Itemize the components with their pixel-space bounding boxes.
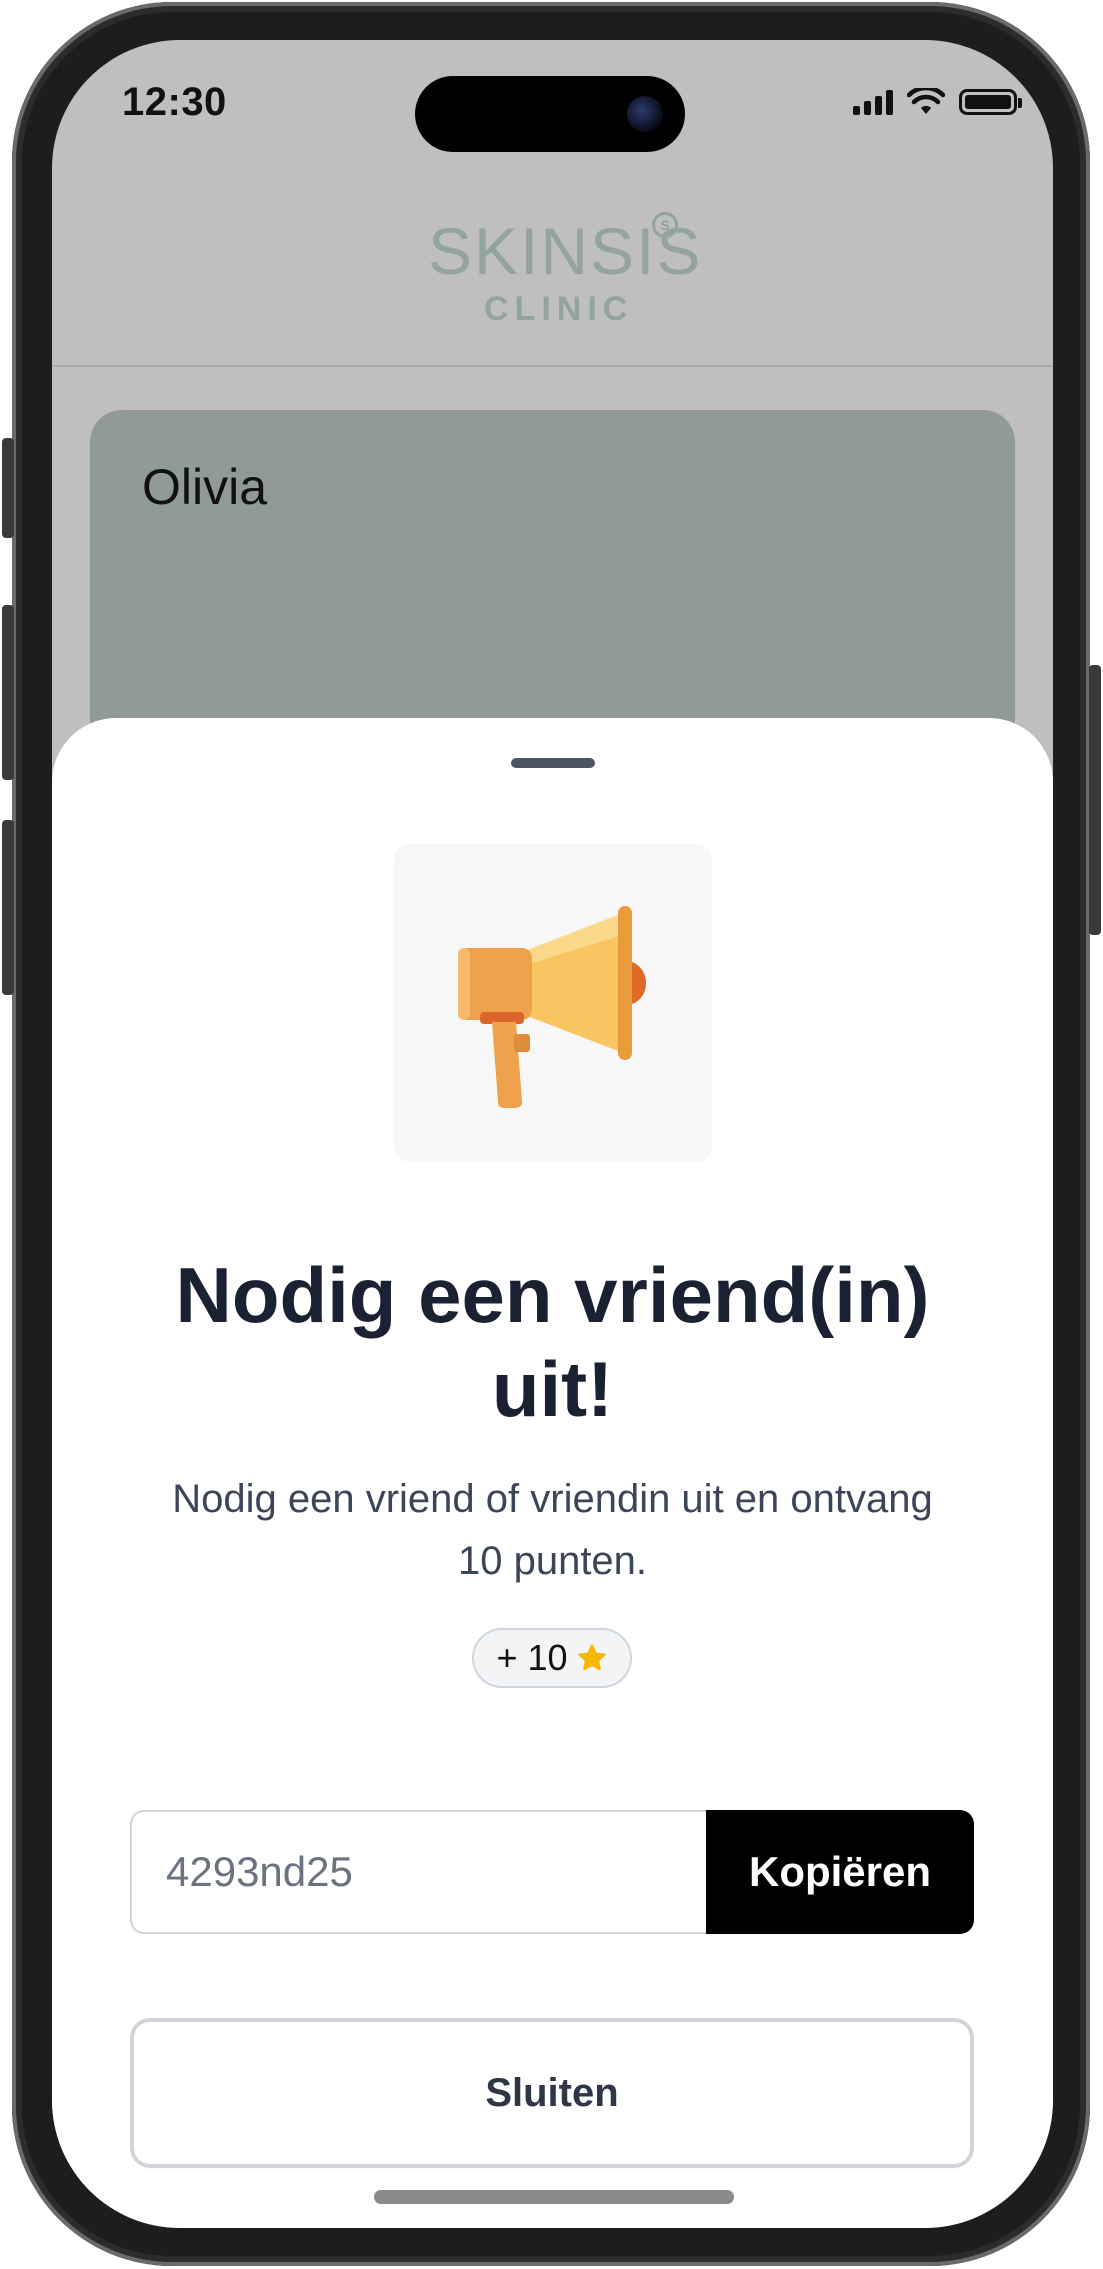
side-button <box>2 605 14 780</box>
brand-mark-icon: S <box>652 212 678 238</box>
sheet-grabber[interactable] <box>511 758 595 768</box>
megaphone-icon <box>458 906 647 1108</box>
points-value: + 10 <box>496 1637 568 1678</box>
sheet-title: Nodig een vriend(in) uit! <box>175 1251 930 1433</box>
brand-name-light: SKIN <box>428 214 591 288</box>
close-button[interactable]: Sluiten <box>130 2018 974 2168</box>
illustration-container <box>394 844 712 1162</box>
camera-icon <box>627 96 663 132</box>
star-icon <box>577 1644 606 1671</box>
profile-name: Olivia <box>142 459 268 515</box>
dynamic-island <box>415 76 685 152</box>
home-indicator[interactable] <box>374 2190 734 2204</box>
referral-code-row: Kopiëren <box>130 1810 974 1934</box>
header-divider <box>52 365 1053 367</box>
invite-bottom-sheet: Nodig een vriend(in) uit! Nodig een vrie… <box>52 718 1053 2228</box>
points-badge: + 10 <box>472 1628 632 1688</box>
copy-button[interactable]: Kopiëren <box>706 1810 974 1934</box>
referral-code-field[interactable] <box>130 1810 710 1934</box>
screen: 12:30 SKINSIS S CLINIC Olivia Nodig een … <box>52 40 1053 2228</box>
side-button <box>1089 665 1101 935</box>
battery-icon <box>959 89 1022 115</box>
brand-name-bold: SIS <box>590 214 703 288</box>
cellular-signal-icon <box>853 89 893 115</box>
brand-logo: SKINSIS S CLINIC <box>52 212 1053 358</box>
brand-subtitle: CLINIC <box>484 290 634 328</box>
side-button <box>2 820 14 995</box>
status-icons <box>853 88 1022 116</box>
wifi-icon <box>907 88 945 114</box>
sheet-description: Nodig een vriend of vriendin uit en ontv… <box>172 1477 933 1583</box>
side-button <box>2 438 14 538</box>
status-time: 12:30 <box>122 80 227 124</box>
status-bar: 12:30 <box>52 40 1053 180</box>
